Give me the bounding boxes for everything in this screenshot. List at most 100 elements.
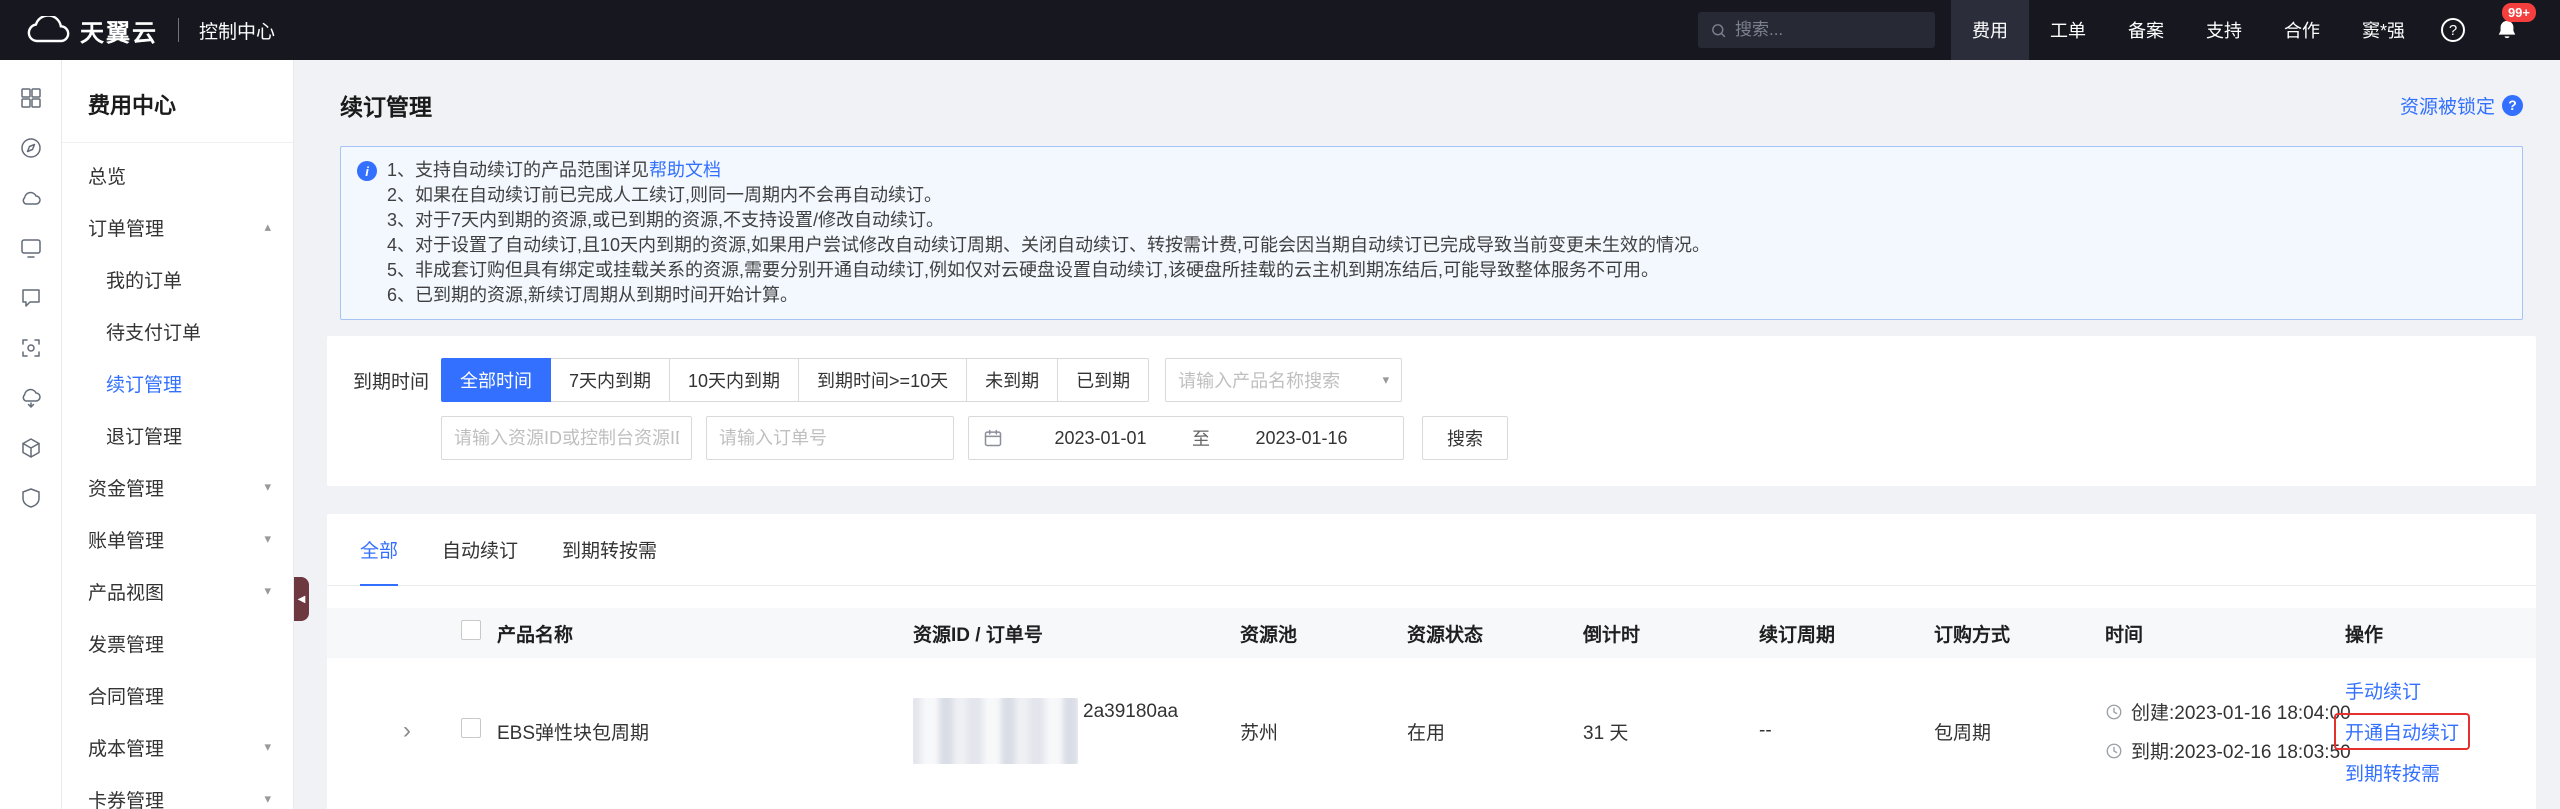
col-renew-cycle: 续订周期: [1759, 624, 1836, 646]
sidebar-item-product-view[interactable]: 产品视图 ▾: [62, 565, 293, 617]
chevron-left-icon: ◀: [297, 593, 306, 605]
nav-cloud-sync-icon[interactable]: [19, 386, 43, 410]
row-expand-icon[interactable]: ›: [403, 717, 411, 744]
nav-chat-icon[interactable]: [19, 286, 43, 310]
topbar-search-input[interactable]: [1734, 20, 1923, 40]
main-content: ◀ 续订管理 资源被锁定 ? i 1、支持自动续订的产品范围详见帮助文档 2、如…: [294, 60, 2560, 809]
filter-expired-button[interactable]: 已到期: [1057, 358, 1150, 402]
select-all-checkbox[interactable]: [461, 620, 481, 640]
date-range-picker[interactable]: 2023-01-01 至 2023-01-16: [968, 416, 1404, 460]
sidebar-item-cost-management[interactable]: 成本管理 ▾: [62, 721, 293, 773]
sidebar-item-bill-management[interactable]: 账单管理 ▾: [62, 513, 293, 565]
auto-renew-highlight-box: 开通自动续订: [2334, 712, 2471, 750]
expire-filter-group: 全部时间 7天内到期 10天内到期 到期时间>=10天 未到期 已到期: [441, 358, 1150, 402]
filter-not-expired-button[interactable]: 未到期: [966, 358, 1059, 402]
chevron-up-icon: ▴: [264, 219, 271, 234]
sidebar-item-funds-management[interactable]: 资金管理 ▾: [62, 461, 293, 513]
row-renew-cycle: --: [1759, 720, 1772, 741]
chevron-down-icon: ▾: [264, 479, 271, 494]
resource-locked-link[interactable]: 资源被锁定 ?: [2400, 92, 2523, 119]
filter-10days-button[interactable]: 10天内到期: [669, 358, 800, 402]
expire-time-label: 到期时间: [353, 371, 430, 393]
topbar-menu-support[interactable]: 支持: [2185, 0, 2263, 60]
tab-expire-to-on-demand[interactable]: 到期转按需: [562, 514, 657, 586]
notification-badge: 99+: [2501, 3, 2536, 22]
sidebar-item-my-orders[interactable]: 我的订单: [62, 253, 293, 305]
brand-name[interactable]: 天翼云: [80, 13, 158, 48]
topbar-menu-filing[interactable]: 备案: [2107, 0, 2185, 60]
nav-shield-icon[interactable]: [19, 486, 43, 510]
question-circle-icon: ?: [2502, 94, 2523, 116]
table-tabs: 全部 自动续订 到期转按需: [327, 514, 2536, 586]
topbar-user-menu[interactable]: 窦*强: [2341, 0, 2426, 60]
search-icon: [1712, 23, 1726, 37]
enable-auto-renew-link[interactable]: 开通自动续订: [2345, 723, 2459, 744]
product-name-select[interactable]: 请输入产品名称搜索 ▾: [1165, 358, 1403, 402]
billing-sidebar: 费用中心 总览 订单管理 ▴ 我的订单 待支付订单 续订管理 退订管理 资金管理 ▾…: [62, 60, 294, 809]
sidebar-collapse-handle[interactable]: ◀: [294, 577, 309, 621]
search-button[interactable]: 搜索: [1422, 416, 1508, 460]
row-checkbox[interactable]: [461, 718, 481, 738]
brand-cloud-icon[interactable]: [26, 16, 70, 44]
page-title: 续订管理: [340, 94, 432, 120]
nav-apps-icon[interactable]: [19, 86, 43, 110]
nav-scan-icon[interactable]: [19, 336, 43, 360]
chevron-down-icon: ▾: [264, 583, 271, 598]
sidebar-item-coupon-management[interactable]: 卡券管理 ▾: [62, 773, 293, 809]
nav-monitor-icon[interactable]: [19, 236, 43, 260]
notice-line-6: 6、已到期的资源,新续订周期从到期时间开始计算。: [387, 285, 799, 305]
topbar-menu-ticket[interactable]: 工单: [2029, 0, 2107, 60]
sidebar-item-pending-orders[interactable]: 待支付订单: [62, 305, 293, 357]
clock-icon: [2106, 743, 2122, 758]
chevron-down-icon: ▾: [264, 531, 271, 546]
help-doc-link[interactable]: 帮助文档: [649, 160, 721, 180]
manual-renew-link[interactable]: 手动续订: [2345, 677, 2421, 704]
topbar-search[interactable]: [1697, 12, 1935, 48]
renewal-table-panel: 全部 自动续订 到期转按需 产品名称 资源ID / 订单号 资源池 资源状态 倒…: [327, 514, 2536, 809]
date-separator: 至: [1192, 429, 1210, 449]
help-button[interactable]: ?: [2426, 0, 2480, 60]
console-center-link[interactable]: 控制中心: [199, 17, 275, 44]
sidebar-title: 费用中心: [62, 60, 293, 143]
sidebar-item-contract-management[interactable]: 合同管理: [62, 669, 293, 721]
filter-all-time-button[interactable]: 全部时间: [441, 358, 551, 402]
filter-gte10days-button[interactable]: 到期时间>=10天: [798, 358, 968, 402]
tab-auto-renew[interactable]: 自动续订: [442, 514, 518, 586]
icon-rail: [0, 60, 62, 809]
col-time: 时间: [2105, 624, 2144, 646]
nav-cloud-icon[interactable]: [19, 186, 43, 210]
order-number-input[interactable]: [706, 416, 954, 460]
filter-panel: 到期时间 全部时间 7天内到期 10天内到期 到期时间>=10天 未到期 已到期…: [327, 336, 2536, 486]
row-resource-id: 2a39180aa: [913, 695, 1240, 767]
notice-line-5: 5、非成套订购但具有绑定或挂载关系的资源,需要分别开通自动续订,例如仅对云硬盘设…: [387, 260, 1660, 280]
resource-id-input[interactable]: [441, 416, 692, 460]
sidebar-item-renewal-management[interactable]: 续订管理: [62, 357, 293, 409]
topbar-divider: [178, 18, 179, 42]
nav-cube-icon[interactable]: [19, 436, 43, 460]
tab-all[interactable]: 全部: [360, 514, 399, 586]
notice-line-4: 4、对于设置了自动续订,且10天内到期的资源,如果用户尝试修改自动续订周期、关闭…: [387, 235, 1711, 255]
sidebar-item-overview[interactable]: 总览: [62, 149, 293, 201]
sidebar-item-unsubscribe-management[interactable]: 退订管理: [62, 409, 293, 461]
notice-line-2: 2、如果在自动续订前已完成人工续订,则同一周期内不会再自动续订。: [387, 185, 943, 205]
chevron-down-icon: ▾: [264, 791, 271, 806]
sidebar-item-invoice-management[interactable]: 发票管理: [62, 617, 293, 669]
filter-7days-button[interactable]: 7天内到期: [550, 358, 671, 402]
topbar-menu-partner[interactable]: 合作: [2263, 0, 2341, 60]
row-status: 在用: [1407, 722, 1446, 744]
chevron-down-icon: ▾: [1382, 372, 1390, 387]
col-resource-id: 资源ID / 订单号: [913, 624, 1043, 646]
row-actions: 手动续订 开通自动续订 到期转按需: [2334, 677, 2536, 786]
nav-compass-icon[interactable]: [19, 136, 43, 160]
row-created-time: 创建:2023-01-16 18:04:00: [2131, 703, 2351, 724]
notification-button[interactable]: 99+: [2480, 0, 2536, 60]
clock-icon: [2106, 704, 2122, 719]
date-to-value[interactable]: 2023-01-16: [1214, 428, 1389, 449]
sidebar-item-order-management[interactable]: 订单管理 ▴: [62, 201, 293, 253]
expire-to-on-demand-link[interactable]: 到期转按需: [2345, 759, 2440, 786]
date-from-value[interactable]: 2023-01-01: [1013, 428, 1188, 449]
topbar-menu-billing[interactable]: 费用: [1950, 0, 2029, 60]
calendar-icon: [983, 428, 1003, 448]
notice-line-1: 1、支持自动续订的产品范围详见帮助文档: [387, 160, 722, 180]
col-order-type: 订购方式: [1934, 624, 2011, 646]
